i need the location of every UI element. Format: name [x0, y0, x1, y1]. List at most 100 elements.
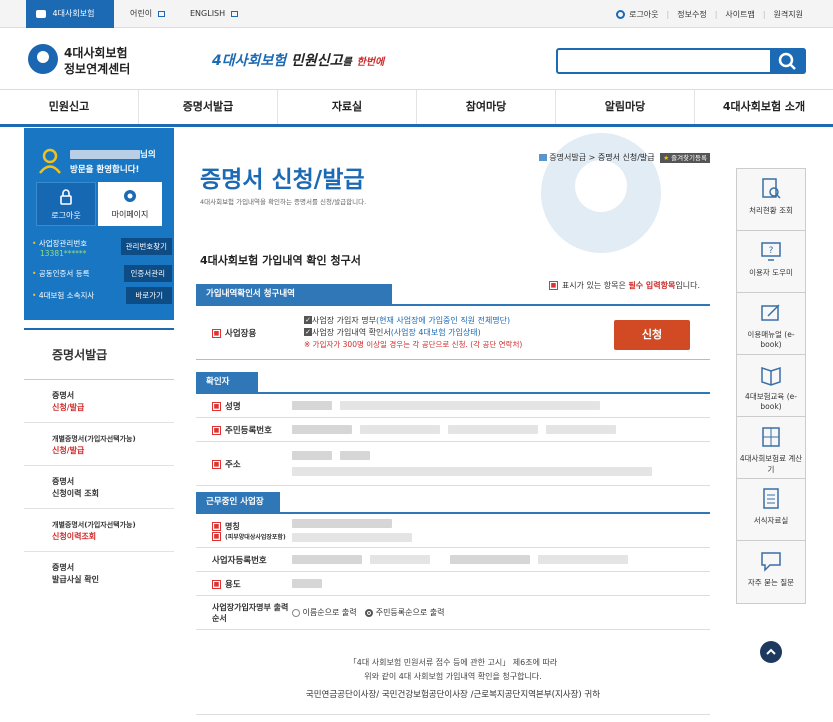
svg-text:?: ?: [769, 246, 774, 256]
section-verifier: 확인자 ■ 성명 ■ 주민등록번호 ■ 주소: [196, 372, 710, 486]
radio-rrn-order[interactable]: 주민등록순으로 출력: [365, 608, 445, 617]
site-header: 4대사회보험 정보연계센터 4대사회보험 민원신고를 한번에: [0, 28, 833, 90]
checkbox-checked-icon: ✓: [304, 328, 312, 336]
warning-note[interactable]: ※ 가입자가 300명 이상일 경우는 각 공단으로 신청. (각 공단 연락처…: [304, 339, 592, 351]
welcome-text: 님의 방문을 환영합니다!: [70, 150, 156, 175]
header-slogan: 4대사회보험 민원신고를 한번에: [212, 53, 385, 69]
breadcrumb: 증명서발급 > 증명서 신청/발급 ★ 즐겨찾기등록: [538, 152, 710, 163]
help-monitor-icon: ?: [761, 242, 781, 261]
find-biz-no-button[interactable]: 관리번호찾기: [120, 238, 172, 255]
external-link-icon: [157, 10, 165, 17]
top-links: 로그아웃 | 정보수정 | 사이트맵 | 원격지원: [616, 0, 803, 28]
tab-4-insurance[interactable]: 4대사회보험: [26, 0, 114, 28]
star-icon: ★: [663, 154, 670, 162]
breadcrumb-parent[interactable]: 증명서발급: [549, 153, 586, 162]
quick-user-manual[interactable]: 이용매뉴얼 (e-book): [737, 293, 805, 355]
search-box: [556, 48, 806, 74]
page-title: 증명서 신청/발급: [200, 167, 365, 193]
nav-notice[interactable]: 알림마당: [556, 90, 695, 124]
login-row-cert: • 공동인증서 등록 인증서관리: [32, 265, 172, 282]
top-utility-bar: 4대사회보험 어린이 ENGLISH 로그아웃 | 정보수정 | 사이트맵 | …: [0, 0, 833, 28]
logo-emblem-icon: [28, 44, 58, 74]
power-icon: [616, 9, 626, 19]
workplace-bizno-row: 사업자등록번호: [196, 548, 710, 572]
search-icon: [778, 52, 796, 70]
site-logo[interactable]: 4대사회보험 정보연계센터: [26, 42, 156, 78]
favorite-button[interactable]: ★ 즐겨찾기등록: [660, 153, 710, 163]
chat-bubble-icon: [761, 552, 781, 572]
scroll-top-button[interactable]: [760, 641, 782, 663]
nav-participation[interactable]: 참여마당: [417, 90, 556, 124]
right-quick-panel: 처리현황 조회 ? 이용자 도우미 이용매뉴얼 (e-book) 4대보험교육 …: [736, 168, 806, 604]
watermark-emblem: [541, 133, 661, 253]
workplace-use-row: ■ 용도: [196, 572, 710, 596]
page-subtitle: 4대사회보험 가입내역을 확인하는 증명서를 신청/발급합니다.: [200, 198, 367, 206]
manual-edit-icon: [761, 304, 780, 321]
home-icon: [36, 9, 46, 18]
quick-faq[interactable]: 자주 묻는 질문: [737, 541, 805, 603]
radio-empty-icon: [292, 608, 300, 617]
chevron-up-icon: [766, 648, 776, 655]
nav-archive[interactable]: 자료실: [278, 90, 417, 124]
checkbox-checked-icon: ✓: [304, 316, 312, 324]
calculator-icon: [762, 427, 780, 447]
request-row: ■ 사업장용 ✓사업장 가입자 명부(현재 사업장에 가입중인 직원 전체명단) …: [196, 306, 710, 360]
sidebar-item-issue-verify[interactable]: 증명서 발급사실 확인: [24, 552, 174, 595]
open-book-icon: [761, 366, 781, 386]
quick-forms[interactable]: 서식자료실: [737, 479, 805, 541]
verifier-address-row: ■ 주소: [196, 442, 710, 486]
radio-name-order[interactable]: 이름순으로 출력: [292, 608, 357, 617]
left-sidebar: 님의 방문을 환영합니다! 로그아웃 마이페이지 • 사업장관리번호 13381…: [24, 128, 174, 595]
sidebar-item-cert-apply[interactable]: 증명서 신청/발급: [24, 380, 174, 423]
sidebar-item-individual-apply[interactable]: 개별증명서(가입자선택가능) 신청/발급: [24, 423, 174, 466]
request-options: ✓사업장 가입자 명부(현재 사업장에 가입중인 직원 전체명단) ✓사업장 가…: [292, 315, 592, 351]
apply-button[interactable]: 신청: [614, 320, 690, 350]
logout-button[interactable]: 로그아웃: [36, 182, 96, 226]
quick-calculator[interactable]: 4대사회보험료 계산기: [737, 417, 805, 479]
section-workplace-header: 근무중인 사업장: [196, 492, 280, 512]
sitemap-link[interactable]: 사이트맵: [725, 9, 754, 20]
quick-education[interactable]: 4대보험교육 (e-book): [737, 355, 805, 417]
verifier-rrn-row: ■ 주민등록번호: [196, 418, 710, 442]
required-mark-icon: ■: [212, 328, 221, 338]
section-request: 가입내역확인서 청구내역 ■ 사업장용 ✓사업장 가입자 명부(현재 사업장에 가…: [196, 284, 710, 360]
section-verifier-header: 확인자: [196, 372, 258, 392]
logout-link[interactable]: 로그아웃: [629, 9, 658, 20]
sidebar-item-individual-history[interactable]: 개별증명서(가입자선택가능) 신청이력조회: [24, 509, 174, 552]
workplace-name-row: ■ 명칭 ■ (피부양대상사업장포함): [196, 514, 710, 548]
tab-kids[interactable]: 어린이: [130, 0, 165, 28]
cert-manage-button[interactable]: 인증서관리: [123, 265, 172, 282]
search-button[interactable]: [770, 48, 806, 74]
document-search-icon: [762, 178, 781, 199]
quick-status-check[interactable]: 처리현황 조회: [737, 169, 805, 231]
radio-selected-icon: [365, 608, 374, 617]
lock-icon: [60, 189, 72, 205]
login-row-biz-no: • 사업장관리번호 13381****** 관리번호찾기: [32, 238, 172, 258]
user-icon: [39, 148, 61, 174]
form-title: 4대사회보험 가입내역 확인 청구서: [200, 254, 361, 267]
nav-complaint[interactable]: 민원신고: [0, 90, 139, 124]
section-request-header: 가입내역확인서 청구내역: [196, 284, 392, 304]
option-biz-confirm[interactable]: ✓사업장 가입내역 확인서(사업장 4대보험 가입상태): [304, 327, 592, 339]
remote-support-link[interactable]: 원격지원: [774, 9, 803, 20]
option-member-list[interactable]: ✓사업장 가입자 명부(현재 사업장에 가입중인 직원 전체명단): [304, 315, 592, 327]
branch-go-button[interactable]: 바로가기: [126, 287, 172, 304]
login-box: 님의 방문을 환영합니다! 로그아웃 마이페이지 • 사업장관리번호 13381…: [24, 128, 174, 320]
mypage-button[interactable]: 마이페이지: [98, 182, 162, 226]
external-link-icon: [230, 10, 238, 17]
quick-user-helper[interactable]: ? 이용자 도우미: [737, 231, 805, 293]
tab-english[interactable]: ENGLISH: [190, 0, 238, 28]
sidebar-item-cert-history[interactable]: 증명서 신청이력 조회: [24, 466, 174, 509]
login-row-branch: • 4대보험 소속지사 바로가기: [32, 287, 172, 304]
section-workplace: 근무중인 사업장 ■ 명칭 ■ (피부양대상사업장포함) 사업자등록번호 ■ 용도 사업…: [196, 492, 710, 630]
form-footer: 「4대 사회보험 민원서류 접수 등에 관한 고시」 제6조에 따라 위와 같이…: [305, 658, 601, 700]
gear-icon: [124, 190, 136, 202]
home-icon: [538, 154, 547, 161]
sidebar-title: 증명서발급: [24, 330, 174, 380]
edit-profile-link[interactable]: 정보수정: [677, 9, 706, 20]
nav-certificate[interactable]: 증명서발급: [139, 90, 278, 124]
search-input[interactable]: [558, 50, 768, 72]
form-document-icon: [763, 488, 779, 509]
nav-about[interactable]: 4대사회보험 소개: [695, 90, 833, 124]
verifier-name-row: ■ 성명: [196, 394, 710, 418]
